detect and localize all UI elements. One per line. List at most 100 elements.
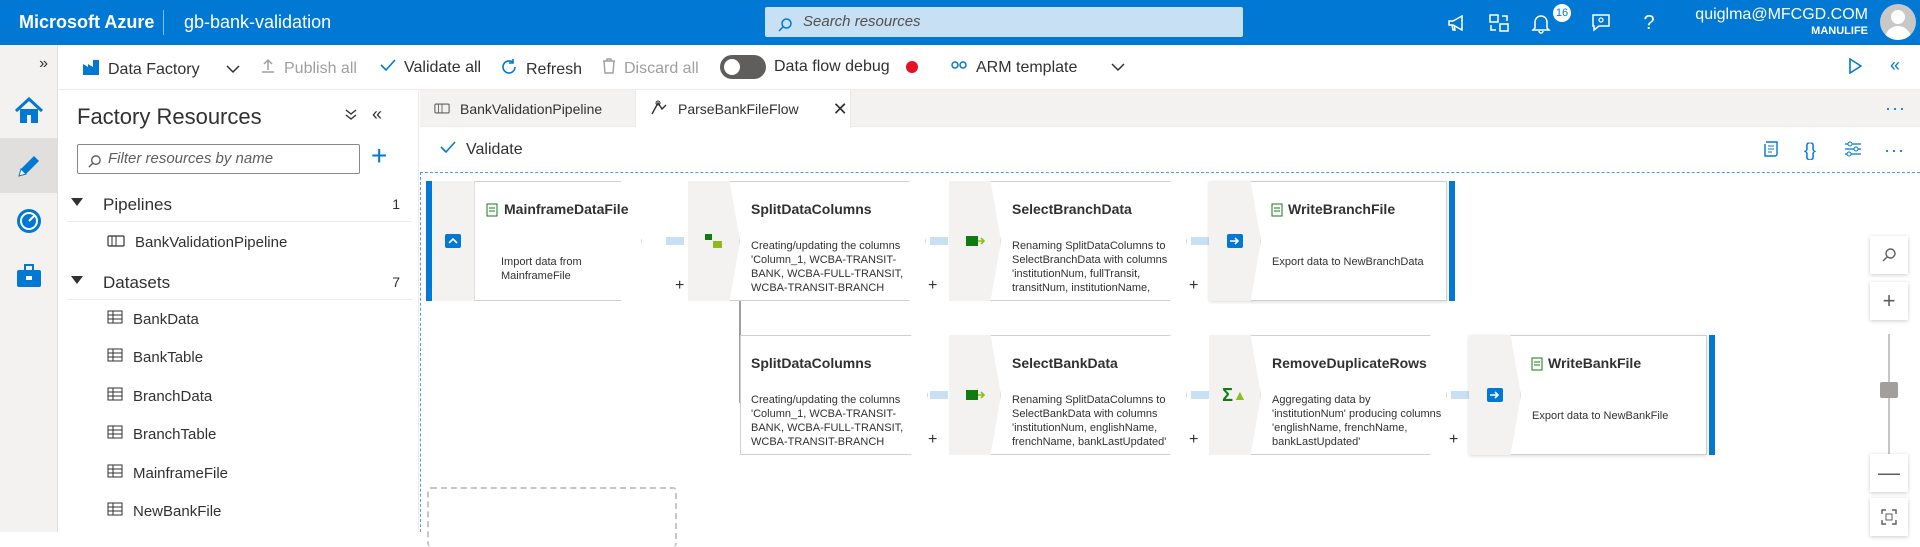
data-flow-canvas[interactable]: MainframeDataFile Import data from Mainf… [420, 172, 1920, 547]
add-transform-button[interactable]: + [1189, 277, 1198, 295]
more-options-icon[interactable]: ··· [1885, 98, 1906, 119]
user-email: quiglma@MFCGD.COM [1695, 6, 1868, 23]
pipelines-section-header[interactable]: Pipelines 1 [67, 186, 412, 222]
run-play-icon[interactable] [1848, 58, 1862, 74]
fit-to-screen-icon[interactable] [1870, 498, 1908, 536]
aggregate-sigma-icon: Σ ▲ [1209, 335, 1261, 455]
portal-brand[interactable]: Microsoft Azure [19, 12, 154, 33]
add-transform-button[interactable]: + [675, 277, 684, 295]
discard-all-label: Discard all [624, 59, 699, 77]
debug-status-dot [905, 61, 918, 73]
validate-label: Validate [466, 140, 523, 158]
notifications-bell-icon[interactable] [1530, 12, 1552, 34]
arm-template-button[interactable]: ARM template [950, 58, 1125, 77]
close-tab-icon[interactable]: ✕ [833, 99, 848, 120]
filter-resources-input[interactable]: Filter resources by name [77, 144, 360, 174]
properties-sliders-icon[interactable] [1844, 140, 1862, 163]
datasets-section-header[interactable]: Datasets 7 [67, 264, 412, 300]
validate-all-button[interactable]: Validate all [380, 58, 481, 77]
author-pencil-icon[interactable] [0, 138, 58, 193]
avatar[interactable] [1880, 4, 1916, 40]
data-flow-debug-label: Data flow debug [774, 58, 890, 75]
main-toolbar: Data Factory Publish all Validate all Re… [58, 45, 1920, 90]
more-options-icon[interactable]: ··· [1884, 140, 1905, 161]
chevron-down-icon[interactable] [1111, 59, 1125, 77]
pipeline-name: BankValidationPipeline [135, 233, 288, 251]
zoom-slider-thumb[interactable] [1880, 382, 1898, 398]
data-flow-debug-toggle[interactable]: Data flow debug [720, 55, 918, 79]
tab-bank-validation-pipeline[interactable]: BankValidationPipeline [420, 90, 635, 127]
add-transform-button[interactable]: + [1189, 431, 1198, 449]
list-item[interactable]: BranchTable [107, 420, 216, 448]
publish-all-button[interactable]: Publish all [260, 58, 357, 79]
add-transform-button[interactable]: + [928, 277, 937, 295]
select-node-branch[interactable]: SelectBranchData Renaming SplitDataColum… [949, 181, 1198, 301]
refresh-button[interactable]: Refresh [500, 58, 582, 81]
zoom-out-button[interactable]: — [1870, 454, 1908, 492]
zoom-search-icon[interactable] [1870, 236, 1908, 274]
collapse-triangle-icon [71, 198, 83, 206]
chevron-down-icon[interactable] [226, 61, 240, 79]
search-input[interactable]: Search resources [765, 7, 1243, 37]
monitor-gauge-icon[interactable] [0, 193, 58, 248]
panel-title: Factory Resources [77, 104, 262, 129]
dataset-icon [486, 203, 498, 222]
validate-button[interactable]: Validate [440, 140, 523, 159]
feedback-icon[interactable] [1590, 12, 1612, 34]
node-description: Creating/updating the columns 'Column_1,… [751, 240, 904, 294]
node-name: SelectBankData [1012, 355, 1118, 371]
list-item[interactable]: BankData [107, 305, 199, 333]
list-item[interactable]: MainframeFile [107, 459, 228, 487]
list-item[interactable]: BankValidationPipeline [107, 228, 287, 256]
add-transform-button[interactable]: + [1449, 431, 1458, 449]
sink-selected-bar [1709, 335, 1715, 455]
checkmark-icon [380, 58, 396, 77]
select-node-bank[interactable]: SelectBankData Renaming SplitDataColumns… [949, 335, 1198, 455]
factory-name[interactable]: gb-bank-validation [184, 12, 331, 33]
directory-switch-icon[interactable] [1488, 12, 1510, 34]
help-icon[interactable]: ? [1638, 12, 1660, 34]
transform-node-split-1[interactable]: SplitDataColumns Creating/updating the c… [688, 181, 937, 301]
left-nav: » [0, 45, 58, 532]
node-name: RemoveDuplicateRows [1272, 355, 1427, 371]
sink-node-branch[interactable]: WriteBranchFile Export data to NewBranch… [1209, 181, 1459, 301]
data-factory-button[interactable]: Data Factory [82, 58, 240, 81]
collapse-panel-icon[interactable]: « [1890, 55, 1900, 76]
new-source-placeholder[interactable] [427, 487, 677, 547]
announcement-icon[interactable] [1446, 12, 1468, 34]
debug-switch[interactable] [720, 55, 766, 79]
table-icon [107, 425, 123, 443]
sink-node-bank[interactable]: WriteBankFile Export data to NewBankFile [1469, 335, 1719, 455]
connector [930, 237, 948, 245]
trash-icon [602, 58, 616, 79]
transform-node-split-2[interactable]: SplitDataColumns Creating/updating the c… [740, 335, 937, 455]
add-transform-button[interactable]: + [928, 431, 937, 449]
collapse-all-icon[interactable] [345, 108, 357, 126]
home-icon[interactable] [0, 83, 58, 138]
code-braces-icon[interactable]: {} [1804, 140, 1816, 161]
refresh-label: Refresh [526, 60, 583, 78]
factory-resources-panel: Factory Resources « Filter resources by … [59, 90, 419, 532]
collapse-panel-icon[interactable]: « [372, 104, 382, 125]
dataset-icon [1531, 357, 1543, 376]
pipelines-label: Pipelines [103, 195, 172, 214]
expand-nav-icon[interactable]: » [0, 45, 58, 83]
aggregate-node-remove-duplicates[interactable]: Σ ▲ RemoveDuplicateRows Aggregating data … [1209, 335, 1458, 455]
list-item[interactable]: BranchData [107, 382, 212, 410]
sink-icon [1469, 335, 1521, 455]
manage-toolbox-icon[interactable] [0, 248, 58, 303]
dataset-icon [1271, 203, 1283, 222]
script-icon[interactable] [1762, 140, 1780, 163]
account-info[interactable]: quiglma@MFCGD.COM MANULIFE [1695, 6, 1868, 37]
discard-all-button[interactable]: Discard all [602, 58, 699, 79]
sink-icon [1209, 181, 1261, 301]
node-name: SelectBranchData [1012, 201, 1132, 217]
list-item[interactable]: NewBankFile [107, 497, 221, 525]
list-item[interactable]: BankTable [107, 343, 203, 371]
node-description: Import data from MainframeFile [501, 256, 582, 282]
tab-parse-bank-file-flow[interactable]: ParseBankFileFlow ✕ [635, 90, 851, 128]
source-node-mainframe[interactable]: MainframeDataFile Import data from Mainf… [432, 181, 684, 301]
zoom-in-button[interactable]: + [1870, 282, 1908, 320]
publish-all-label: Publish all [284, 59, 357, 77]
add-resource-button[interactable]: + [371, 142, 387, 170]
